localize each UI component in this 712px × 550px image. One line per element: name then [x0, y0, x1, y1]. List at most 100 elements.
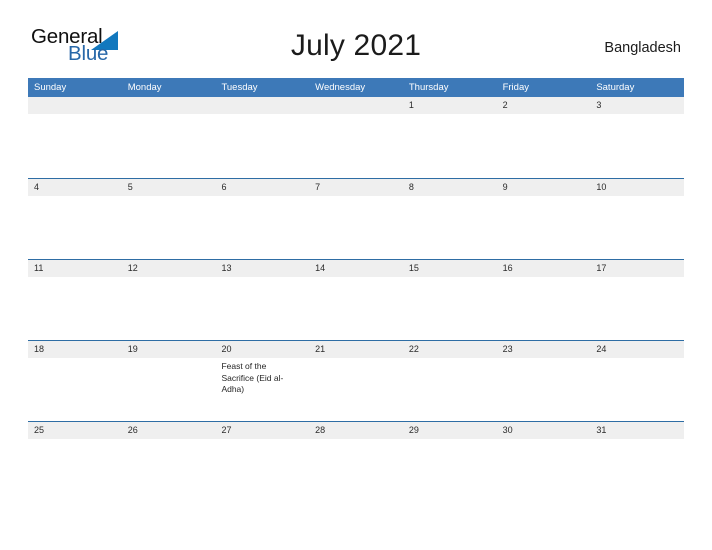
weekday-header-sunday: Sunday [34, 82, 67, 93]
calendar-day-body [309, 358, 403, 361]
calendar-day-band: 26 [121, 422, 216, 439]
calendar-day-cell[interactable]: 6 [215, 179, 310, 259]
weekday-header-wednesday: Wednesday [315, 82, 366, 93]
calendar-day-cell[interactable]: 15 [402, 260, 497, 340]
calendar-day-cell[interactable]: 24 [590, 341, 685, 421]
calendar-day-band: 31 [590, 422, 685, 439]
calendar-day-cell[interactable]: 20 Feast of the Sacrifice (Eid al-Adha) [215, 341, 310, 421]
calendar-day-cell[interactable]: 4 [28, 179, 122, 259]
calendar-day-band: 7 [309, 179, 403, 196]
calendar-day-number: 12 [127, 263, 138, 273]
calendar-day-band [121, 97, 216, 114]
calendar-day-band: 11 [28, 260, 122, 277]
calendar-week-cells: 25 26 27 28 29 30 31 [28, 422, 685, 502]
calendar-day-band: 15 [402, 260, 497, 277]
calendar-day-cell[interactable]: 14 [309, 260, 403, 340]
calendar-day-cell[interactable]: 17 [590, 260, 685, 340]
calendar-day-band [28, 97, 122, 114]
calendar-day-body [403, 439, 497, 442]
calendar-day-cell[interactable]: 3 [590, 97, 685, 178]
weekday-header-row: Sunday Monday Tuesday Wednesday Thursday… [28, 78, 684, 97]
calendar-day-cell[interactable]: 5 [121, 179, 216, 259]
calendar-day-body [309, 439, 403, 442]
calendar-day-body [122, 439, 216, 442]
calendar-day-band: 22 [402, 341, 497, 358]
calendar-day-cell[interactable]: 1 [402, 97, 497, 178]
calendar-day-cell[interactable]: 23 [496, 341, 591, 421]
calendar-day-band: 3 [590, 97, 685, 114]
calendar-day-cell[interactable]: 2 [496, 97, 591, 178]
calendar-day-body [215, 114, 309, 117]
calendar-day-number: 21 [315, 344, 326, 354]
calendar-day-band: 18 [28, 341, 122, 358]
region-label: Bangladesh [604, 40, 681, 56]
calendar-day-band: 24 [590, 341, 685, 358]
calendar-day-number: 7 [315, 182, 321, 192]
calendar-day-body [215, 196, 309, 199]
calendar-day-body [590, 277, 684, 280]
calendar-day-band: 1 [402, 97, 497, 114]
calendar-day-body: Feast of the Sacrifice (Eid al-Adha) [215, 358, 309, 396]
calendar-day-body [28, 358, 122, 361]
calendar-week-row: 1 2 3 [28, 97, 685, 178]
calendar-day-number: 15 [408, 263, 419, 273]
calendar-day-cell[interactable]: 21 [309, 341, 403, 421]
calendar-day-body [590, 114, 684, 117]
calendar-day-cell[interactable]: 8 [402, 179, 497, 259]
calendar-day-cell[interactable]: 18 [28, 341, 122, 421]
calendar-day-cell[interactable]: 13 [215, 260, 310, 340]
calendar-weeks: 1 2 3 4 5 6 7 8 9 10 11 12 13 14 15 16 17 18 19 20 Feast of … [28, 97, 685, 502]
calendar-day-number: 22 [408, 344, 419, 354]
calendar-day-number: 23 [502, 344, 513, 354]
calendar-day-number: 19 [127, 344, 138, 354]
calendar-day-band: 25 [28, 422, 122, 439]
calendar-day-band: 2 [496, 97, 591, 114]
calendar-week-row: 18 19 20 Feast of the Sacrifice (Eid al-Adh… [28, 340, 685, 421]
calendar-day-band: 30 [496, 422, 591, 439]
calendar-day-cell[interactable]: 28 [309, 422, 403, 502]
calendar-day-number: 31 [596, 425, 607, 435]
calendar-day-cell[interactable]: 22 [402, 341, 497, 421]
weekday-header-saturday: Saturday [596, 82, 635, 93]
calendar-day-cell[interactable]: 9 [496, 179, 591, 259]
calendar-day-body [497, 439, 591, 442]
calendar-day-band: 17 [590, 260, 685, 277]
calendar-day-number: 14 [315, 263, 326, 273]
calendar-day-number: 24 [596, 344, 607, 354]
calendar-day-cell[interactable]: 25 [28, 422, 122, 502]
calendar-week-row: 25 26 27 28 29 30 31 [28, 421, 685, 502]
calendar-day-body [590, 439, 684, 442]
calendar-day-cell[interactable]: 27 [215, 422, 310, 502]
calendar-grid: Sunday Monday Tuesday Wednesday Thursday… [28, 78, 685, 502]
calendar-day-band: 23 [496, 341, 591, 358]
calendar-day-number: 16 [502, 263, 513, 273]
calendar-day-body [122, 196, 216, 199]
calendar-day-cell[interactable]: 10 [590, 179, 685, 259]
calendar-day-cell[interactable]: 19 [121, 341, 216, 421]
calendar-day-cell-empty [121, 97, 216, 178]
calendar-day-cell[interactable]: 7 [309, 179, 403, 259]
calendar-day-cell[interactable]: 29 [402, 422, 497, 502]
calendar-page: General Blue July 2021 Bangladesh Sunday… [0, 0, 712, 550]
calendar-day-cell[interactable]: 31 [590, 422, 685, 502]
calendar-day-number: 9 [502, 182, 508, 192]
calendar-day-band: 8 [402, 179, 497, 196]
calendar-day-cell[interactable]: 12 [121, 260, 216, 340]
calendar-day-body [497, 196, 591, 199]
calendar-day-body [497, 277, 591, 280]
calendar-day-cell[interactable]: 16 [496, 260, 591, 340]
calendar-day-cell[interactable]: 26 [121, 422, 216, 502]
calendar-day-body [28, 277, 122, 280]
calendar-day-band: 5 [121, 179, 216, 196]
page-header: General Blue July 2021 Bangladesh [0, 0, 712, 63]
calendar-day-number: 6 [221, 182, 227, 192]
calendar-day-body [28, 196, 122, 199]
calendar-day-band: 16 [496, 260, 591, 277]
calendar-day-number: 4 [34, 182, 40, 192]
calendar-day-cell[interactable]: 11 [28, 260, 122, 340]
calendar-day-band [309, 97, 403, 114]
weekday-header-thursday: Thursday [408, 82, 449, 93]
calendar-day-number: 1 [408, 100, 414, 110]
calendar-day-cell[interactable]: 30 [496, 422, 591, 502]
calendar-day-band: 4 [28, 179, 122, 196]
